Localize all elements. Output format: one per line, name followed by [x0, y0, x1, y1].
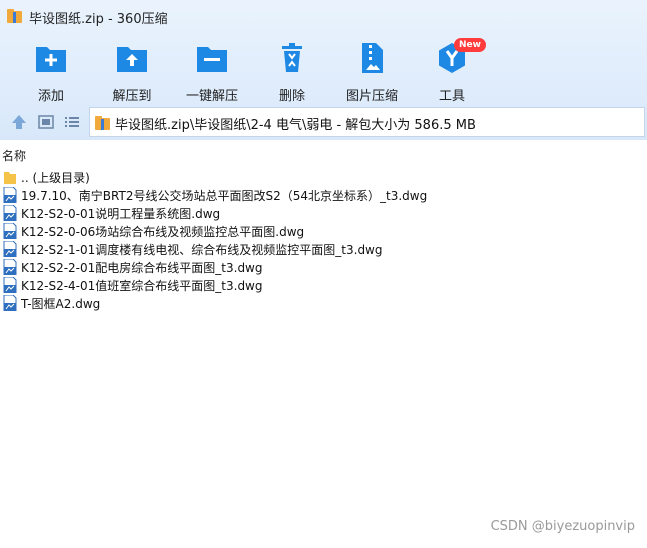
file-name: K12-S2-2-01配电房综合布线平面图_t3.dwg	[21, 261, 263, 275]
list-item[interactable]: T-图框A2.dwg	[0, 294, 647, 312]
add-label: 添加	[37, 89, 64, 104]
zip-file-icon	[95, 116, 110, 130]
dwg-file-icon	[3, 241, 17, 257]
file-name: K12-S2-0-01说明工程量系统图.dwg	[21, 207, 221, 221]
list-item[interactable]: 19.7.10、南宁BRT2号线公交场站总平面图改S2（54北京坐标系）_t3.…	[0, 186, 647, 204]
add-button[interactable]: 添加	[11, 40, 91, 104]
extract-to-label: 解压到	[112, 89, 152, 104]
file-name: .. (上级目录)	[21, 171, 90, 185]
dwg-file-icon	[3, 277, 17, 293]
dwg-file-icon	[3, 259, 17, 275]
archive-app-icon	[7, 9, 22, 23]
list-item[interactable]: K12-S2-0-01说明工程量系统图.dwg	[0, 204, 647, 222]
list-item[interactable]: .. (上级目录)	[0, 168, 647, 186]
add-icon	[36, 47, 66, 72]
watermark: CSDN @biyezuopinvip	[490, 519, 635, 534]
delete-label: 删除	[278, 89, 305, 104]
file-name: K12-S2-0-06场站综合布线及视频监控总平面图.dwg	[21, 225, 305, 239]
trash-icon	[282, 43, 302, 72]
list-item[interactable]: K12-S2-0-06场站综合布线及视频监控总平面图.dwg	[0, 222, 647, 240]
up-arrow-icon[interactable]	[10, 113, 28, 131]
image-compress-icon	[362, 43, 383, 73]
top-chrome: 毕设图纸.zip - 360压缩 添加 解压到 一键解压 删除 图片压缩 New…	[0, 0, 647, 140]
new-badge: New	[454, 38, 486, 52]
one-click-extract-icon	[197, 47, 227, 72]
title-bar: 毕设图纸.zip - 360压缩	[0, 0, 647, 32]
file-list: .. (上级目录) 19.7.10、南宁BRT2号线公交场站总平面图改S2（54北…	[0, 168, 647, 312]
file-name: 19.7.10、南宁BRT2号线公交场站总平面图改S2（54北京坐标系）_t3.…	[21, 189, 428, 203]
address-row: 毕设图纸.zip\毕设图纸\2-4 电气\弱电 - 解包大小为 586.5 MB	[0, 104, 647, 140]
image-compress-button[interactable]: 图片压缩	[332, 40, 412, 104]
window-title: 毕设图纸.zip - 360压缩	[29, 12, 168, 27]
list-item[interactable]: K12-S2-1-01调度楼有线电视、综合布线及视频监控平面图_t3.dwg	[0, 240, 647, 258]
delete-button[interactable]: 删除	[252, 40, 332, 104]
archive-path: 毕设图纸.zip\毕设图纸\2-4 电气\弱电 - 解包大小为 586.5 MB	[115, 118, 476, 133]
extract-icon	[117, 47, 147, 72]
view-thumbnail-icon[interactable]	[37, 113, 55, 131]
tools-label: 工具	[438, 89, 465, 104]
dwg-file-icon	[3, 187, 17, 203]
address-bar[interactable]: 毕设图纸.zip\毕设图纸\2-4 电气\弱电 - 解包大小为 586.5 MB	[89, 107, 645, 137]
file-name: T-图框A2.dwg	[21, 297, 101, 311]
image-compress-label: 图片压缩	[345, 89, 398, 104]
one-click-extract-label: 一键解压	[185, 89, 238, 104]
tools-button[interactable]: New 工具	[412, 38, 492, 104]
toolbar: 添加 解压到 一键解压 删除 图片压缩 New 工具	[0, 32, 647, 104]
extract-to-button[interactable]: 解压到	[92, 40, 172, 104]
column-name-label: 名称	[2, 149, 27, 163]
view-list-icon[interactable]	[63, 113, 81, 131]
list-item[interactable]: K12-S2-2-01配电房综合布线平面图_t3.dwg	[0, 258, 647, 276]
one-click-extract-button[interactable]: 一键解压	[172, 40, 252, 104]
column-header-name[interactable]: 名称	[0, 146, 647, 164]
file-name: K12-S2-4-01值班室综合布线平面图_t3.dwg	[21, 279, 263, 293]
dwg-file-icon	[3, 205, 17, 221]
file-name: K12-S2-1-01调度楼有线电视、综合布线及视频监控平面图_t3.dwg	[21, 243, 383, 257]
list-item[interactable]: K12-S2-4-01值班室综合布线平面图_t3.dwg	[0, 276, 647, 294]
folder-icon	[4, 172, 16, 184]
dwg-file-icon	[3, 223, 17, 239]
dwg-file-icon	[3, 295, 17, 311]
